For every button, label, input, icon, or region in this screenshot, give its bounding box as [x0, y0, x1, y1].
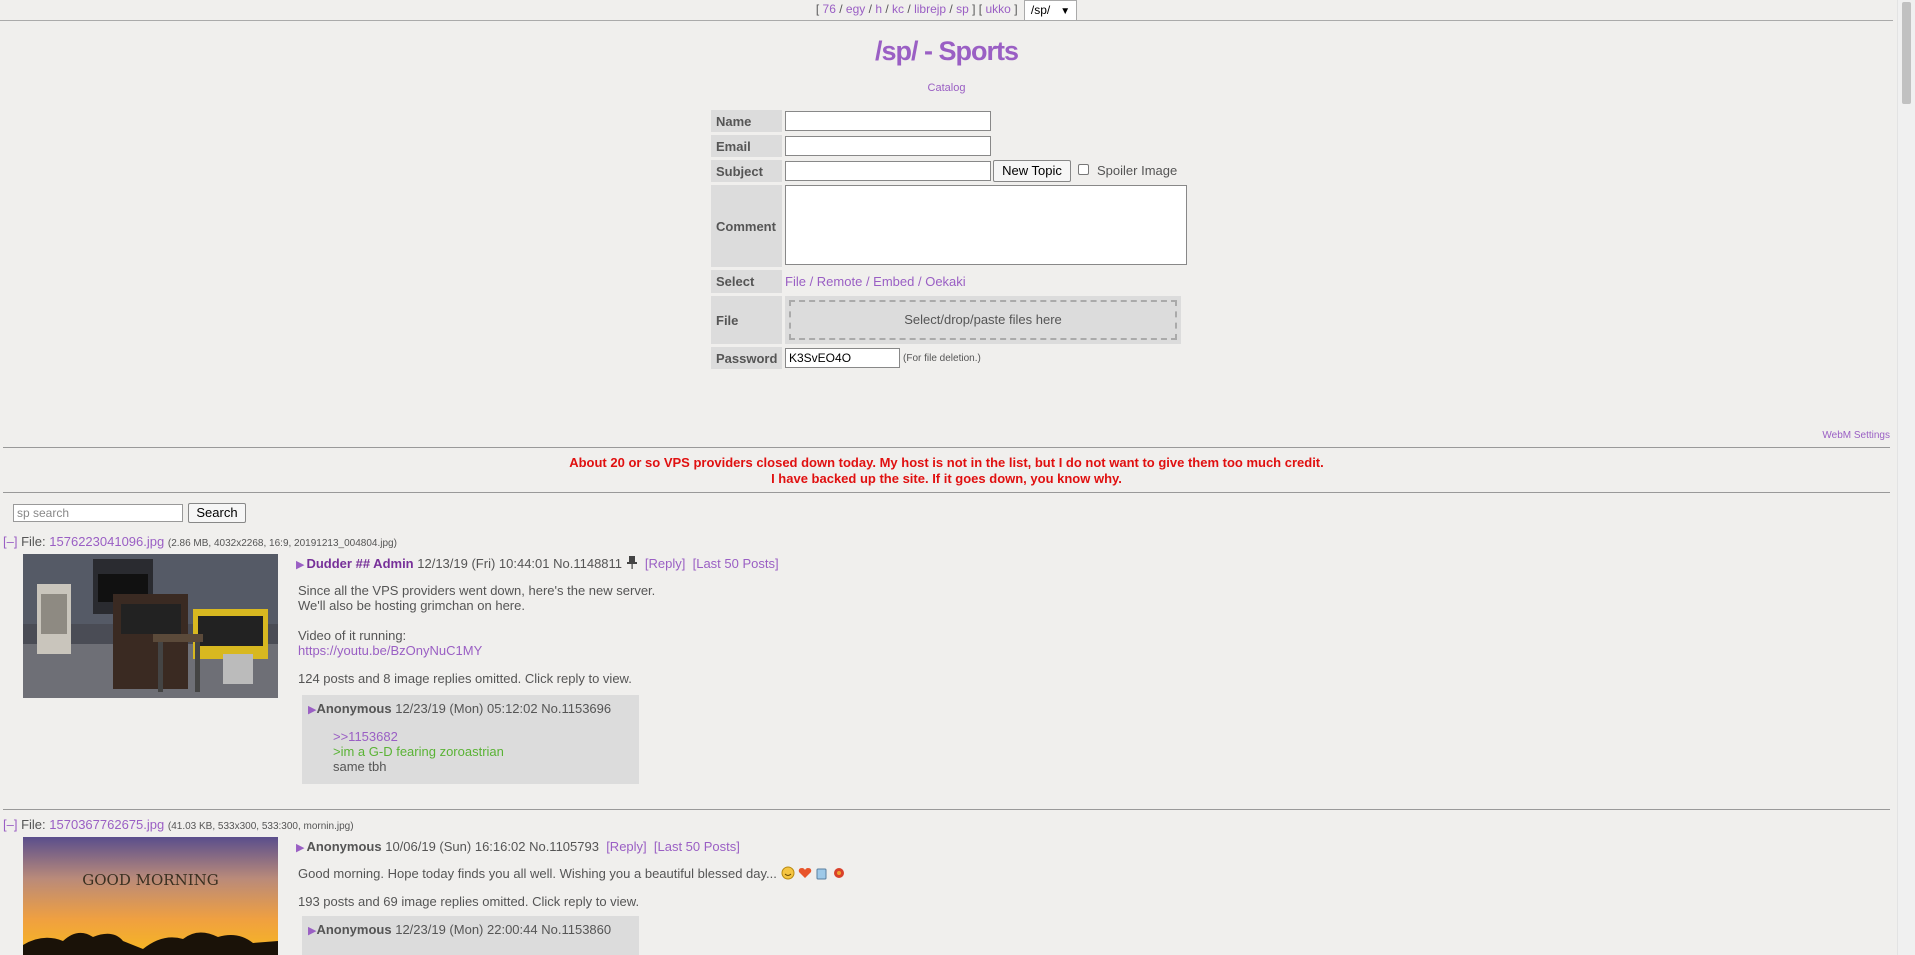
- poster-name: Dudder: [306, 556, 352, 571]
- thread-thumbnail-server[interactable]: [23, 554, 278, 698]
- notice-line-2: I have backed up the site. If it goes do…: [771, 471, 1122, 486]
- post-body: Good morning. Hope today finds you all w…: [298, 866, 847, 883]
- site-notice: About 20 or so VPS providers closed down…: [0, 455, 1893, 487]
- post-date: 12/13/19 (Fri) 10:44:01: [417, 556, 550, 571]
- thread-post-info: ▶ Anonymous 10/06/19 (Sun) 16:16:02 No.11…: [296, 839, 740, 854]
- poster-name: Anonymous: [306, 839, 382, 854]
- post-date: 10/06/19 (Sun) 16:16:02: [385, 839, 526, 854]
- file-label: File: [711, 296, 782, 344]
- board-link-egy[interactable]: egy: [846, 2, 865, 16]
- post-date: 12/23/19 (Mon) 22:00:44: [395, 922, 538, 937]
- catalog-link[interactable]: Catalog: [928, 82, 966, 94]
- thread-file-info: [–] File: 1570367762675.jpg (41.03 KB, 5…: [3, 817, 354, 832]
- spoiler-label: Spoiler Image: [1097, 163, 1178, 178]
- divider: [3, 809, 1890, 810]
- board-link-sp[interactable]: sp: [956, 2, 969, 16]
- post-menu-icon[interactable]: ▶: [296, 559, 304, 571]
- name-label: Name: [711, 110, 782, 132]
- post-number[interactable]: No.1105793: [529, 839, 599, 854]
- file-link[interactable]: 1576223041096.jpg: [49, 534, 164, 549]
- sticky-pin-icon: [626, 556, 638, 571]
- poster-name: Anonymous: [316, 922, 392, 937]
- comment-label: Comment: [711, 185, 782, 267]
- reply-text: same tbh: [333, 759, 387, 774]
- page-title: /sp/ - Sports: [874, 36, 1019, 66]
- notice-line-1: About 20 or so VPS providers closed down…: [569, 455, 1324, 470]
- divider: [3, 447, 1890, 448]
- email-label: Email: [711, 135, 782, 157]
- board-select-value: /sp/: [1030, 3, 1051, 17]
- image-caption: GOOD MORNING: [82, 871, 219, 889]
- thread-thumbnail-morning[interactable]: GOOD MORNING: [23, 837, 278, 955]
- search-button[interactable]: Search: [188, 503, 246, 523]
- subject-field[interactable]: [785, 161, 991, 181]
- board-link-ukko[interactable]: ukko: [986, 2, 1011, 16]
- chevron-down-icon: ▼: [1060, 6, 1071, 17]
- collapse-thread-button[interactable]: [–]: [3, 817, 17, 832]
- board-link-kc[interactable]: kc: [892, 2, 904, 16]
- post-menu-icon[interactable]: ▶: [296, 842, 304, 854]
- select-remote-link[interactable]: Remote: [817, 274, 863, 289]
- comment-textarea[interactable]: [785, 185, 1187, 265]
- reply-post: ▶Anonymous 12/23/19 (Mon) 05:12:02 No.11…: [302, 695, 639, 784]
- reply-post: ▶Anonymous 12/23/19 (Mon) 22:00:44 No.11…: [302, 916, 639, 955]
- board-link-76[interactable]: 76: [823, 2, 836, 16]
- reply-link[interactable]: [Reply]: [606, 839, 646, 854]
- new-topic-button[interactable]: New Topic: [993, 160, 1071, 182]
- board-select[interactable]: /sp/ ▼: [1023, 0, 1078, 21]
- nav-bracket: [: [815, 2, 820, 16]
- password-label: Password: [711, 347, 782, 369]
- omitted-notice: 193 posts and 69 image replies omitted. …: [298, 894, 640, 909]
- select-file-link[interactable]: File: [785, 274, 806, 289]
- select-options: File / Remote / Embed / Oekaki: [785, 274, 966, 289]
- board-link-librejp[interactable]: librejp: [914, 2, 946, 16]
- last-50-posts-link[interactable]: [Last 50 Posts]: [693, 556, 779, 571]
- reply-link[interactable]: [Reply]: [645, 556, 685, 571]
- divider: [3, 492, 1890, 493]
- nav-bracket: ]: [1014, 2, 1018, 16]
- poster-name: Anonymous: [316, 701, 392, 716]
- post-date: 12/23/19 (Mon) 05:12:02: [395, 701, 538, 716]
- file-meta: (2.86 MB, 4032x2268, 16:9, 20191213_0048…: [167, 538, 397, 549]
- post-number[interactable]: No.1153696: [541, 701, 611, 716]
- search-input[interactable]: sp search: [13, 504, 183, 522]
- greentext: >im a G-D fearing zoroastrian: [333, 744, 504, 759]
- post-number[interactable]: No.1153860: [541, 922, 611, 937]
- file-dropzone[interactable]: Select/drop/paste files here: [789, 300, 1177, 340]
- name-field[interactable]: [785, 111, 991, 131]
- file-link[interactable]: 1570367762675.jpg: [49, 817, 164, 832]
- subject-label: Subject: [711, 160, 782, 182]
- collapse-thread-button[interactable]: [–]: [3, 534, 17, 549]
- last-50-posts-link[interactable]: [Last 50 Posts]: [654, 839, 740, 854]
- scrollbar-thumb[interactable]: [1902, 2, 1911, 104]
- scrollbar[interactable]: [1897, 0, 1915, 955]
- quote-link[interactable]: >>1153682: [333, 729, 398, 744]
- emoji-group: [781, 866, 847, 883]
- capcode: ## Admin: [355, 556, 414, 571]
- password-field[interactable]: K3SvEO4O: [785, 348, 900, 368]
- nav-bracket: ] [: [972, 2, 983, 16]
- webm-settings-link[interactable]: WebM Settings: [1822, 430, 1890, 441]
- thread-file-info: [–] File: 1576223041096.jpg (2.86 MB, 40…: [3, 534, 397, 549]
- select-oekaki-link[interactable]: Oekaki: [925, 274, 965, 289]
- post-body: Since all the VPS providers went down, h…: [298, 583, 656, 658]
- select-label: Select: [711, 270, 782, 293]
- thread-post-info: ▶ Dudder ## Admin 12/13/19 (Fri) 10:44:01…: [296, 556, 779, 571]
- select-embed-link[interactable]: Embed: [873, 274, 914, 289]
- email-field[interactable]: [785, 136, 991, 156]
- password-note: (For file deletion.): [903, 353, 981, 364]
- file-meta: (41.03 KB, 533x300, 533:300, mornin.jpg): [167, 821, 354, 832]
- spoiler-checkbox[interactable]: [1078, 164, 1089, 175]
- omitted-notice: 124 posts and 8 image replies omitted. C…: [298, 671, 632, 686]
- post-number[interactable]: No.1148811: [553, 556, 622, 571]
- board-nav: [ 76 / egy / h / kc / librejp / sp ] [ u…: [0, 0, 1893, 21]
- youtube-link[interactable]: https://youtu.be/BzOnyNuC1MY: [298, 643, 482, 658]
- board-link-h[interactable]: h: [875, 2, 882, 16]
